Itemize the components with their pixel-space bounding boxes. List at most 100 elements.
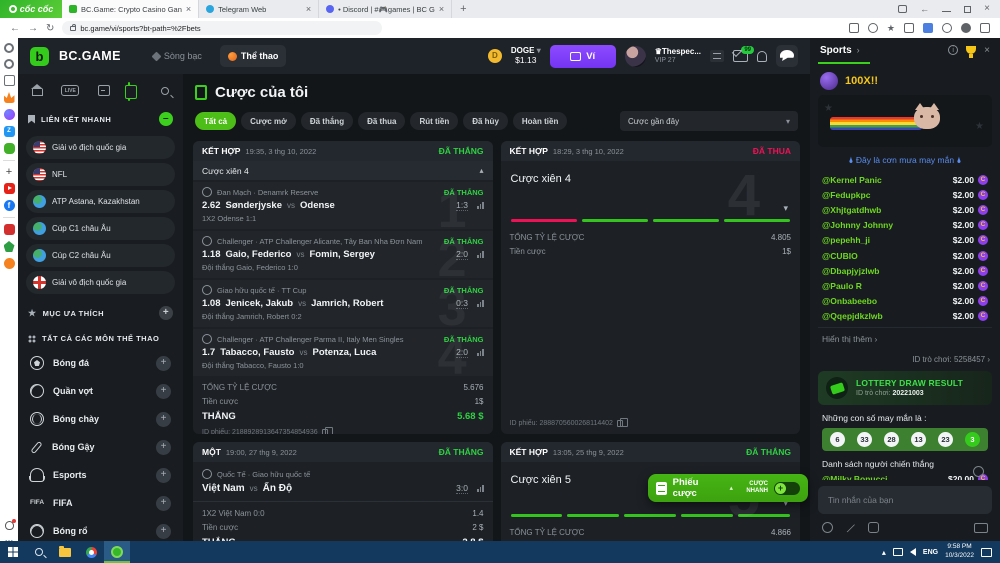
home-icon[interactable]	[32, 89, 43, 96]
filter-open[interactable]: Cược mở	[241, 112, 296, 130]
coccoc-brand[interactable]: cốc cốc	[0, 0, 62, 18]
wallet-button[interactable]: Ví	[550, 45, 616, 68]
rain-row[interactable]: @Xhjtgatdhwb$2.00C	[818, 202, 992, 217]
betslip-button[interactable]: Phiếu cược ▴ CƯỢC NHANH	[648, 474, 808, 502]
quick-bet-toggle[interactable]	[774, 482, 800, 495]
lottery-result-card[interactable]: LOTTERY DRAW RESULT ID trò chơi: 2022100…	[818, 371, 992, 405]
sidebar-item-baseball[interactable]: Bóng chày+	[18, 405, 183, 433]
tab-discord[interactable]: • Discord | #🎮games | BC G ×	[319, 0, 452, 18]
calendar-icon[interactable]	[98, 85, 110, 96]
close-window-button[interactable]: ×	[984, 5, 990, 13]
score[interactable]: 3:0	[456, 483, 468, 494]
stats-icon[interactable]	[477, 485, 484, 492]
trophy-icon[interactable]	[966, 46, 976, 54]
quick-link[interactable]: Cúp C1 châu Âu	[26, 217, 175, 240]
search-icon[interactable]	[161, 87, 169, 95]
avatar[interactable]	[625, 46, 646, 67]
file-explorer-icon[interactable]	[52, 541, 78, 563]
extension-icon[interactable]	[942, 23, 952, 33]
nav-casino[interactable]: Sòng bạc	[145, 45, 210, 67]
rain-row[interactable]: @pepehh_ji$2.00C	[818, 233, 992, 248]
rain-row[interactable]: @Fedupkpc$2.00C	[818, 187, 992, 202]
new-tab-button[interactable]: +	[452, 3, 474, 15]
close-chat-icon[interactable]: ×	[984, 45, 990, 56]
rain-row[interactable]: @Kernel Panic$2.00C	[818, 172, 992, 187]
url-field[interactable]: bc.game/vi/sports?bt-path=%2Fbets	[62, 21, 382, 35]
stats-icon[interactable]	[477, 202, 484, 209]
rain-row[interactable]: @CUBIO$2.00C	[818, 248, 992, 263]
speaker-icon[interactable]	[910, 548, 916, 556]
bet-card-combo-lost[interactable]: KẾT HỢP 18:29, 3 thg 10, 2022 ĐÃ THUA Cư…	[501, 141, 801, 434]
profile-icon[interactable]	[961, 23, 971, 33]
expand-icon[interactable]: +	[156, 384, 171, 399]
keyboard-icon[interactable]	[974, 523, 988, 533]
user-info[interactable]: ♛Thespec... VIP 27	[655, 47, 701, 65]
adblock-icon[interactable]	[904, 23, 914, 33]
rain-row[interactable]: @Qqepjdkzlwb$2.00C	[818, 309, 992, 324]
coupon-icon[interactable]	[868, 522, 879, 533]
download-manager-icon[interactable]	[923, 23, 933, 33]
minimize-button[interactable]	[942, 7, 951, 12]
emoji-icon[interactable]	[973, 466, 984, 477]
rain-row[interactable]: @Onbabeebo$2.00C	[818, 294, 992, 309]
start-button[interactable]	[0, 541, 26, 563]
tab-bcgame[interactable]: BC.Game: Crypto Casino Gan ×	[62, 0, 199, 18]
pen-icon[interactable]	[846, 523, 855, 532]
games-icon[interactable]	[4, 143, 15, 154]
copy-icon[interactable]	[322, 429, 328, 434]
maximize-button[interactable]	[964, 6, 971, 13]
filter-won[interactable]: Đã thắng	[301, 112, 353, 130]
quick-link[interactable]: Giải vô địch quốc gia	[26, 136, 175, 159]
my-bets-icon[interactable]	[128, 82, 130, 101]
sidebar-item-cricket[interactable]: Bóng Gậy+	[18, 433, 183, 461]
forward-button[interactable]: →	[28, 23, 38, 34]
live-icon[interactable]: LIVE	[61, 85, 79, 96]
app-shortcut-icon[interactable]	[4, 224, 15, 235]
chevron-right-icon[interactable]: ›	[857, 45, 860, 55]
quick-link[interactable]: Cúp C2 châu Âu	[26, 244, 175, 267]
sidebar-item-basketball[interactable]: Bóng rổ+	[18, 517, 183, 541]
stats-icon[interactable]	[477, 300, 484, 307]
zalo-icon[interactable]: Z	[4, 126, 15, 137]
notification-center-icon[interactable]	[981, 548, 992, 557]
rain-row[interactable]: @Paulo R$2.00C	[818, 278, 992, 293]
filter-cashout[interactable]: Rút tiền	[410, 112, 458, 130]
sidebar-item-esports[interactable]: Esports+	[18, 461, 183, 489]
mail-icon[interactable]: 99	[733, 50, 748, 62]
chat-toggle-icon[interactable]	[776, 45, 798, 67]
nav-sports[interactable]: Thể thao	[220, 45, 287, 67]
sidebar-item-football[interactable]: Bóng đá+	[18, 349, 183, 377]
expand-icon[interactable]: +	[156, 468, 171, 483]
network-icon[interactable]	[893, 548, 903, 556]
bell-icon[interactable]	[757, 51, 767, 62]
language-indicator[interactable]: ENG	[923, 549, 938, 556]
expand-icon[interactable]: +	[156, 412, 171, 427]
filter-lost[interactable]: Đã thua	[358, 112, 405, 130]
expand-icon[interactable]: +	[156, 496, 171, 511]
app-shortcut-icon[interactable]	[4, 258, 15, 269]
chat-channel[interactable]: Sports	[820, 45, 852, 56]
add-shortcut-button[interactable]: +	[6, 167, 12, 177]
bet-card-single-won[interactable]: MỘT 19:00, 27 thg 9, 2022 ĐÃ THẮNG Quốc …	[193, 442, 493, 541]
messenger-icon[interactable]	[4, 109, 15, 120]
tab-media-icon[interactable]	[898, 5, 907, 13]
newsfeed-icon[interactable]	[4, 75, 15, 86]
tab-close-icon[interactable]: ×	[306, 4, 311, 14]
clock[interactable]: 9:58 PM10/3/2022	[945, 543, 974, 561]
filter-refund[interactable]: Hoàn tiền	[513, 112, 567, 130]
rain-row[interactable]: @Johnny Johnny$2.00C	[818, 218, 992, 233]
currency-selector[interactable]: DOGE ▾ $1.13	[511, 47, 541, 65]
account-menu-icon[interactable]	[710, 50, 724, 62]
combo-summary[interactable]: Cược xiên 4 4 ▾	[501, 161, 801, 219]
coccoc-taskbar-icon[interactable]	[104, 541, 130, 563]
history-icon[interactable]	[4, 59, 14, 69]
sort-dropdown[interactable]: Cược gần đây ▾	[620, 111, 798, 131]
settings-icon[interactable]	[4, 43, 14, 53]
expand-icon[interactable]: +	[156, 356, 171, 371]
add-favorite-button[interactable]: +	[159, 306, 173, 320]
quick-link[interactable]: Giải vô địch quốc gia	[26, 271, 175, 294]
quick-link[interactable]: NFL	[26, 163, 175, 186]
avatar[interactable]	[820, 72, 838, 90]
app-shortcut-icon[interactable]	[4, 241, 15, 252]
info-icon[interactable]: i	[948, 45, 958, 55]
